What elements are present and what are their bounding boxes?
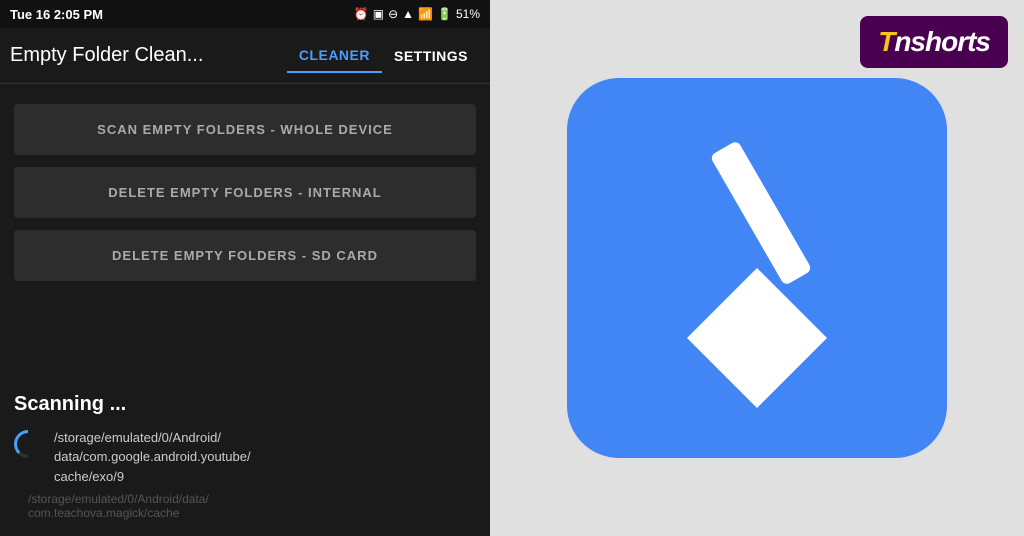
battery-percent: 51% xyxy=(456,7,480,21)
scanning-section: Scanning ... /storage/emulated/0/Android… xyxy=(0,377,490,536)
battery-icon: 🔋 xyxy=(437,7,452,21)
tab-cleaner[interactable]: CLEANER xyxy=(287,39,382,73)
inshorts-badge: Tnshorts xyxy=(860,16,1008,68)
alarm-icon: ⏰ xyxy=(354,7,369,21)
current-scan-path: /storage/emulated/0/Android/data/com.goo… xyxy=(54,428,251,487)
content-area: SCAN EMPTY FOLDERS - WHOLE DEVICE DELETE… xyxy=(0,84,490,373)
scanning-row: /storage/emulated/0/Android/data/com.goo… xyxy=(14,428,476,487)
status-bar: Tue 16 2:05 PM ⏰ ▣ ⊖ ▲ 📶 🔋 51% xyxy=(0,0,490,28)
wifi-icon: ▲ xyxy=(402,7,414,21)
loading-spinner xyxy=(14,430,42,458)
tab-settings[interactable]: SETTINGS xyxy=(382,40,480,72)
status-time: Tue 16 2:05 PM xyxy=(10,7,103,22)
broom-svg-icon xyxy=(627,128,887,408)
inshorts-logo: Tnshorts xyxy=(878,26,990,58)
app-icon xyxy=(567,78,947,458)
delete-sdcard-button[interactable]: DELETE EMPTY FOLDERS - SD CARD xyxy=(14,230,476,281)
previous-scan-path: /storage/emulated/0/Android/data/com.tea… xyxy=(14,492,476,520)
app-title: Empty Folder Clean... xyxy=(10,44,287,67)
nav-bar: Empty Folder Clean... CLEANER SETTINGS xyxy=(0,28,490,84)
scanning-title: Scanning ... xyxy=(14,393,476,416)
sim-icon: ▣ xyxy=(373,7,384,21)
status-icons: ⏰ ▣ ⊖ ▲ 📶 🔋 51% xyxy=(354,7,480,21)
scan-whole-device-button[interactable]: SCAN EMPTY FOLDERS - WHOLE DEVICE xyxy=(14,104,476,155)
delete-internal-button[interactable]: DELETE EMPTY FOLDERS - INTERNAL xyxy=(14,167,476,218)
signal-icon: 📶 xyxy=(418,7,433,21)
android-app-panel: Tue 16 2:05 PM ⏰ ▣ ⊖ ▲ 📶 🔋 51% Empty Fol… xyxy=(0,0,490,536)
right-panel: Tnshorts xyxy=(490,0,1024,536)
dnd-icon: ⊖ xyxy=(388,7,398,21)
